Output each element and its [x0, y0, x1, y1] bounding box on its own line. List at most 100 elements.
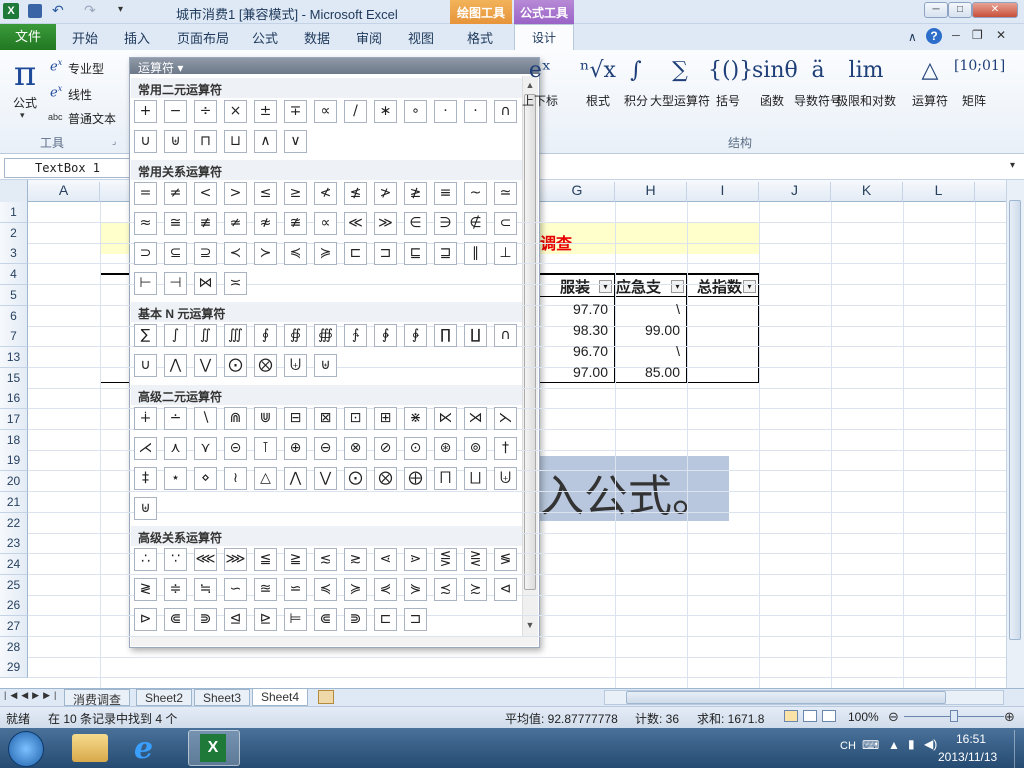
operator-symbol-button[interactable]: ≺: [224, 242, 247, 265]
operator-symbol-button[interactable]: ∩: [494, 324, 517, 347]
gallery-scroll-thumb[interactable]: [524, 94, 536, 590]
operator-symbol-button[interactable]: ⋍: [284, 578, 307, 601]
operator-symbol-button[interactable]: ±: [254, 100, 277, 123]
operator-symbol-button[interactable]: ≯: [374, 182, 397, 205]
operator-symbol-button[interactable]: ≀: [224, 467, 247, 490]
operator-symbol-button[interactable]: ∉: [464, 212, 487, 235]
operator-symbol-button[interactable]: ≍: [224, 272, 247, 295]
operator-symbol-button[interactable]: ⊢: [134, 272, 157, 295]
table-cell[interactable]: 99.00: [615, 320, 686, 340]
operator-symbol-button[interactable]: ⋗: [404, 548, 427, 571]
row-header[interactable]: 22: [0, 513, 28, 534]
ribbon-collapse-icon[interactable]: ∧: [908, 30, 917, 44]
operator-symbol-button[interactable]: ⋊: [464, 407, 487, 430]
operator-symbol-button[interactable]: ⊏: [344, 242, 367, 265]
operator-symbol-button[interactable]: ⊆: [164, 242, 187, 265]
operator-symbol-button[interactable]: ∵: [164, 548, 187, 571]
operator-symbol-button[interactable]: ⊴: [224, 608, 247, 631]
horizontal-scroll-thumb[interactable]: [626, 691, 946, 704]
column-header-h[interactable]: H: [615, 182, 687, 202]
operator-symbol-button[interactable]: ⊇: [194, 242, 217, 265]
operator-symbol-button[interactable]: ≊: [254, 578, 277, 601]
operator-symbol-button[interactable]: ⊎: [314, 354, 337, 377]
operators-gallery-title[interactable]: 运算符 ▾: [138, 59, 183, 76]
operator-symbol-button[interactable]: ⨀: [344, 467, 367, 490]
operator-symbol-button[interactable]: ⊐: [374, 242, 397, 265]
operator-symbol-button[interactable]: ⨆: [464, 467, 487, 490]
operator-symbol-button[interactable]: ⋐: [164, 608, 187, 631]
sheet-tab-sheet3[interactable]: Sheet3: [194, 689, 251, 706]
operator-symbol-button[interactable]: ≄: [224, 212, 247, 235]
tab-insert[interactable]: 插入: [124, 28, 150, 47]
row-header[interactable]: 2: [0, 223, 28, 244]
operator-symbol-button[interactable]: ∏: [434, 324, 457, 347]
operator-symbol-button[interactable]: ≤: [254, 182, 277, 205]
operator-symbol-button[interactable]: ≧: [284, 548, 307, 571]
operator-symbol-button[interactable]: ∝: [314, 212, 337, 235]
excel-app-icon[interactable]: X: [3, 3, 19, 19]
show-desktop-button[interactable]: [1014, 730, 1024, 768]
help-icon[interactable]: ?: [926, 28, 942, 44]
sheet-nav-icons[interactable]: |◀◀▶▶|: [4, 690, 60, 701]
operator-symbol-button[interactable]: ⋓: [254, 407, 277, 430]
table-cell[interactable]: 98.30: [540, 320, 614, 340]
operator-symbol-button[interactable]: ⋇: [404, 407, 427, 430]
column-header-j[interactable]: J: [759, 182, 831, 202]
sheet-tab-sheet4[interactable]: Sheet4: [252, 689, 309, 706]
operator-symbol-button[interactable]: ∐: [464, 324, 487, 347]
operator-symbol-button[interactable]: ⊥: [494, 242, 517, 265]
operator-symbol-button[interactable]: ⊔: [224, 130, 247, 153]
operator-symbol-button[interactable]: ⨂: [374, 467, 397, 490]
operator-symbol-button[interactable]: ≮: [314, 182, 337, 205]
operator-symbol-button[interactable]: ⋑: [194, 608, 217, 631]
operator-symbol-button[interactable]: ∫: [164, 324, 187, 347]
save-icon[interactable]: [28, 4, 42, 18]
structure-4-icon[interactable]: ∑: [660, 58, 700, 83]
name-box[interactable]: TextBox 1: [4, 158, 130, 178]
tab-view[interactable]: 视图: [408, 28, 434, 47]
select-all-button[interactable]: [0, 180, 28, 202]
professional-button[interactable]: 专业型: [68, 60, 104, 77]
operator-symbol-button[interactable]: =: [134, 182, 157, 205]
operator-symbol-button[interactable]: ≦: [254, 548, 277, 571]
internet-explorer-icon[interactable]: e: [134, 731, 153, 766]
operator-symbol-button[interactable]: /: [344, 100, 367, 123]
row-header[interactable]: 27: [0, 616, 28, 637]
row-header[interactable]: 24: [0, 554, 28, 575]
row-header[interactable]: 25: [0, 575, 28, 596]
operator-symbol-button[interactable]: ≅: [164, 212, 187, 235]
operator-symbol-button[interactable]: ÷: [194, 100, 217, 123]
operator-symbol-button[interactable]: ⋀: [284, 467, 307, 490]
row-header[interactable]: 21: [0, 492, 28, 513]
operator-symbol-button[interactable]: ⋖: [374, 548, 397, 571]
operator-symbol-button[interactable]: ⋙: [224, 548, 247, 571]
row-header[interactable]: 7: [0, 326, 28, 347]
structure-8-label[interactable]: 极限和对数: [832, 94, 900, 108]
redo-icon[interactable]: ↷: [84, 2, 96, 19]
structure-2-icon[interactable]: ⁿ√x: [578, 58, 618, 83]
sheet-tab-survey[interactable]: 消费调查: [64, 689, 131, 707]
operator-symbol-button[interactable]: ⊎: [164, 130, 187, 153]
operator-symbol-button[interactable]: ⋌: [134, 437, 157, 460]
pi-icon[interactable]: π: [8, 54, 42, 94]
row-header[interactable]: 29: [0, 657, 28, 678]
row-header[interactable]: 3: [0, 243, 28, 264]
tab-formulas[interactable]: 公式: [252, 28, 278, 47]
operator-symbol-button[interactable]: ⋟: [404, 578, 427, 601]
tray-expand-icon[interactable]: ▲: [888, 738, 900, 752]
filter-dropdown-icon[interactable]: ▾: [671, 280, 684, 293]
operator-symbol-button[interactable]: ∬: [194, 324, 217, 347]
operator-symbol-button[interactable]: ≱: [404, 182, 427, 205]
operator-symbol-button[interactable]: ⋘: [194, 548, 217, 571]
tab-page-layout[interactable]: 页面布局: [177, 28, 229, 47]
structure-1-icon[interactable]: eˣ: [520, 58, 560, 83]
operator-symbol-button[interactable]: ≰: [344, 182, 367, 205]
operator-symbol-button[interactable]: ⋀: [164, 354, 187, 377]
operator-symbol-button[interactable]: ∽: [224, 578, 247, 601]
page-break-view-icon[interactable]: [822, 710, 836, 722]
operator-symbol-button[interactable]: ⊲: [494, 578, 517, 601]
operator-symbol-button[interactable]: ∸: [164, 407, 187, 430]
operator-symbol-button[interactable]: ⋒: [224, 407, 247, 430]
operator-symbol-button[interactable]: ⊎: [134, 497, 157, 520]
operator-symbol-button[interactable]: +: [134, 100, 157, 123]
